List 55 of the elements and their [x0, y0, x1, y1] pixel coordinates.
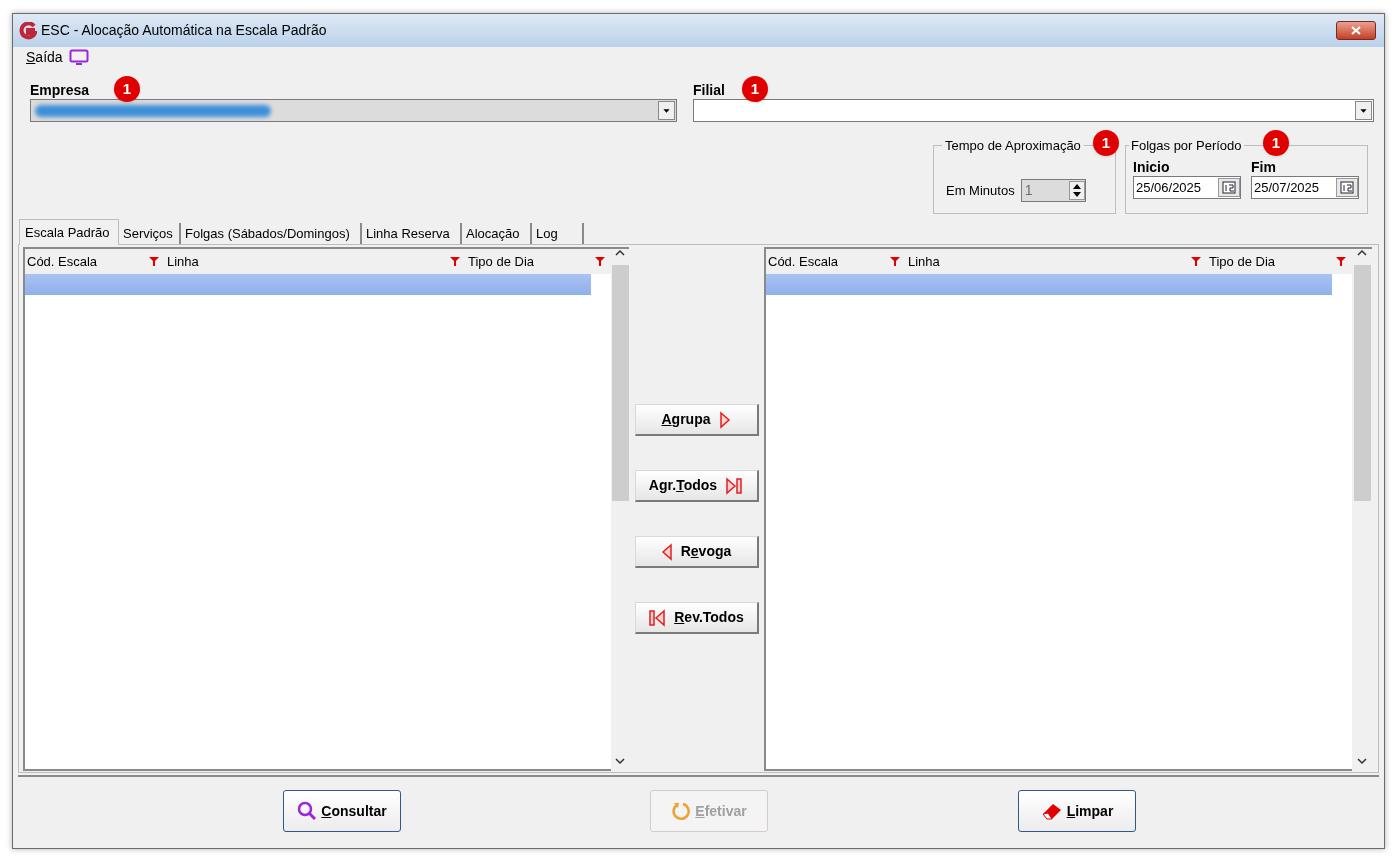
scroll-thumb[interactable]: [1353, 265, 1371, 501]
window-title: ESC - Alocação Automática na Escala Padrão: [41, 21, 327, 40]
filial-dropdown[interactable]: [693, 99, 1374, 122]
column-header[interactable]: Linha: [167, 251, 199, 272]
calendar-icon: [1218, 178, 1240, 197]
date-field[interactable]: 25/06/2025: [1133, 176, 1241, 199]
badge: 1: [114, 76, 140, 102]
scroll-up-icon: [615, 249, 625, 257]
filter-icon: [149, 257, 159, 266]
close-button[interactable]: [1336, 21, 1376, 40]
transfer-button[interactable]: Rev.Todos: [634, 602, 759, 634]
scroll-down-icon: [615, 757, 625, 765]
transfer-button[interactable]: Revoga: [634, 536, 759, 568]
refresh-icon: [671, 801, 692, 821]
filter-icon: [450, 257, 460, 266]
scroll-up-icon: [1357, 249, 1367, 257]
filter-icon: [1191, 257, 1201, 266]
badge: 1: [1093, 130, 1119, 156]
badge: 1: [1263, 130, 1289, 156]
eraser-icon: [1040, 801, 1063, 821]
filter-icon: [890, 257, 900, 266]
column-header[interactable]: Tipo de Dia: [468, 251, 534, 272]
empresa-dropdown[interactable]: [30, 99, 677, 122]
search-icon: [297, 801, 318, 821]
skip-left-icon: [648, 608, 667, 627]
action-button[interactable]: Limpar: [1018, 790, 1136, 832]
column-header[interactable]: Cód. Escala: [27, 251, 98, 272]
empresa-label: Empresa: [30, 82, 90, 98]
filial-label: Filial: [693, 82, 725, 98]
field-label: Inicio: [1133, 158, 1171, 176]
field-label: Em Minutos: [946, 181, 1015, 200]
skip-right-icon: [725, 476, 744, 495]
tab[interactable]: Escala Padrão: [19, 219, 119, 245]
close-icon: [1351, 26, 1361, 35]
column-header[interactable]: Cód. Escala: [768, 251, 839, 272]
field-label: Fim: [1251, 158, 1277, 176]
transfer-button[interactable]: Agr.Todos: [634, 470, 759, 502]
scroll-thumb[interactable]: [611, 265, 629, 501]
scroll-down-icon: [1357, 757, 1367, 765]
monitor-icon: [68, 49, 89, 66]
column-header[interactable]: Linha: [908, 251, 940, 272]
transfer-button[interactable]: Agrupa: [634, 404, 759, 436]
left-arrow-icon: [660, 542, 673, 561]
date-field[interactable]: 25/07/2025: [1251, 176, 1359, 199]
right-arrow-icon: [718, 410, 731, 429]
spinner-arrows-icon: [1068, 181, 1085, 200]
action-button[interactable]: Consultar: [283, 790, 401, 832]
menu-item[interactable]: Saída: [26, 47, 63, 68]
badge: 1: [742, 76, 768, 102]
calendar-icon: [1336, 178, 1358, 197]
filter-icon: [595, 257, 605, 266]
app-logo-icon: [19, 21, 37, 40]
filter-icon: [1336, 257, 1346, 266]
minutes-spinner[interactable]: 1: [1020, 179, 1086, 202]
column-header[interactable]: Tipo de Dia: [1209, 251, 1275, 272]
